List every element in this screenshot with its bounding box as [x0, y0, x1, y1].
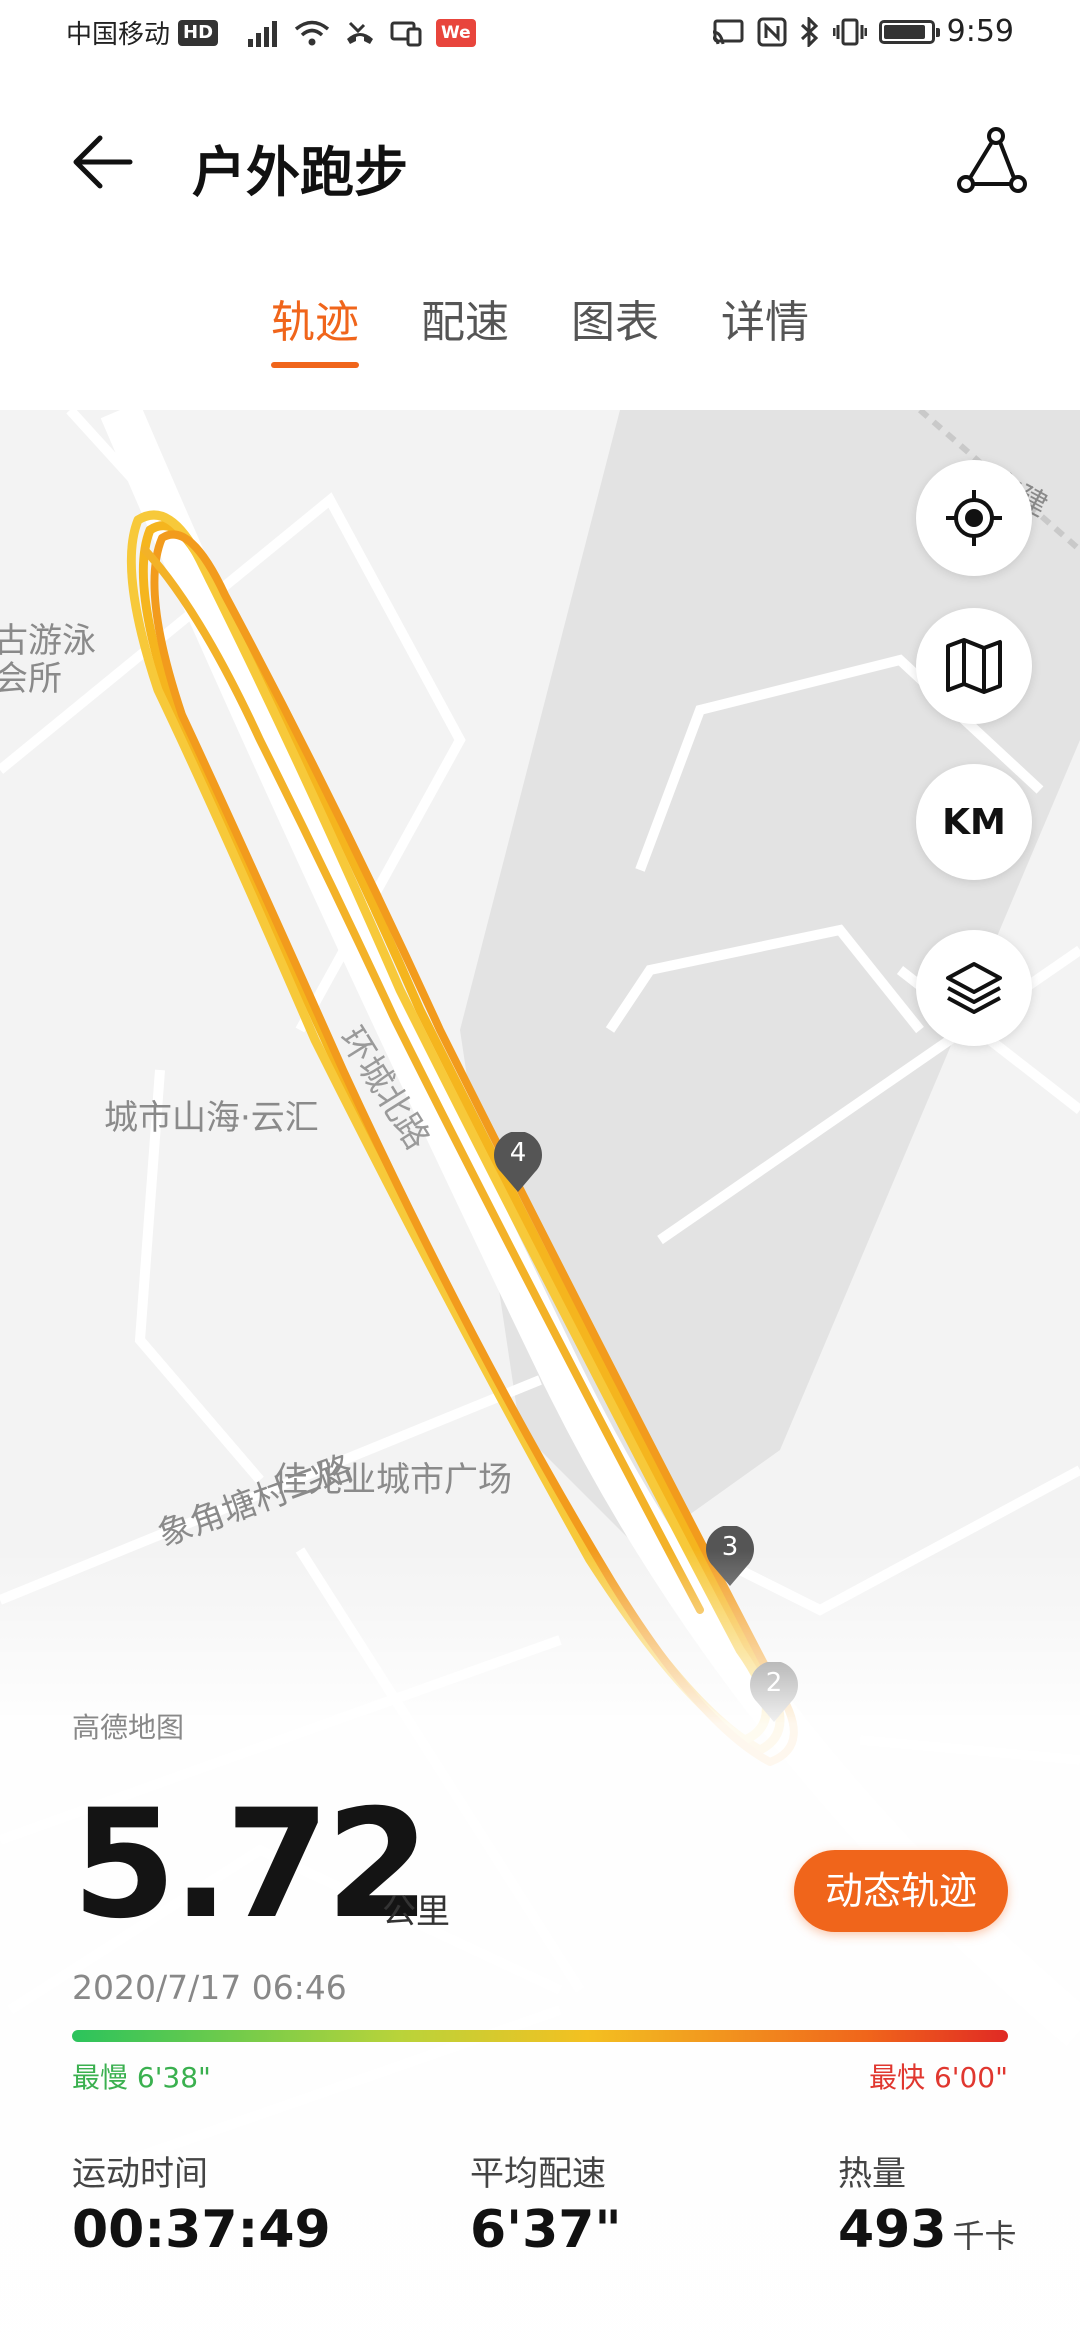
stat-value-calories-text: 493: [838, 2200, 947, 2260]
stat-value-calories: 493 千卡: [838, 2200, 1017, 2260]
stat-value-duration-text: 00:37:49: [72, 2200, 331, 2260]
stat-label-avg-pace: 平均配速: [470, 2154, 606, 2194]
back-button[interactable]: [66, 122, 146, 202]
bluetooth-icon: [800, 16, 818, 47]
distance-unit: 公里: [382, 1892, 450, 1932]
tab-details[interactable]: 详情: [717, 290, 813, 380]
status-bar: 中国移动 HD We 9:59: [0, 0, 1080, 76]
distance-value: 5.72: [72, 1778, 430, 1952]
page-title: 户外跑步: [192, 141, 408, 204]
stat-label-duration: 运动时间: [72, 2154, 208, 2194]
app-header: 户外跑步: [0, 80, 1080, 240]
layers-button[interactable]: [916, 930, 1032, 1046]
tab-chart[interactable]: 图表: [567, 290, 663, 380]
pace-fastest-label: 最快 6'00": [869, 2061, 1008, 2094]
hd-badge: HD: [178, 19, 219, 46]
tab-pace[interactable]: 配速: [417, 290, 513, 380]
locate-button[interactable]: [916, 460, 1032, 576]
back-arrow-icon: [73, 135, 133, 189]
stat-unit-calories: 千卡: [952, 2217, 1017, 2255]
map-view[interactable]: 古游泳 会所 环城北路 城市山海·云汇 象角塘村二路 佳兆业城市广场 东建 4 …: [0, 410, 1080, 2340]
layers-icon: [946, 962, 1002, 1014]
stat-value-duration: 00:37:49: [72, 2200, 331, 2260]
km-marker-number: 4: [509, 1138, 527, 1168]
status-icons: We: [246, 18, 476, 47]
km-toggle-label: KM: [942, 801, 1006, 843]
wechat-badge: We: [436, 18, 476, 47]
stat-value-avg-pace-text: 6'37": [470, 2200, 622, 2260]
pace-slowest-label: 最慢 6'38": [72, 2061, 211, 2094]
wifi-icon: [294, 20, 330, 45]
map-label-city-shanhai: 城市山海·云汇: [104, 1098, 319, 1138]
workout-datetime: 2020/7/17 06:46: [72, 1968, 347, 2007]
battery-level-fill: [883, 24, 926, 39]
map-icon: [946, 638, 1002, 694]
route-share-button[interactable]: [952, 122, 1032, 202]
cast-icon: [712, 19, 744, 44]
stat-value-avg-pace: 6'37": [470, 2200, 622, 2260]
route-icon: [957, 127, 1027, 193]
locate-icon: [946, 490, 1002, 546]
nfc-icon: [757, 17, 787, 46]
screen-cast-icon: [390, 21, 422, 46]
status-bar-right: 9:59: [711, 14, 1014, 49]
tab-bar: 轨迹 配速 图表 详情: [0, 290, 1080, 380]
map-label-jiazhaoye-plaza: 佳兆业城市广场: [274, 1460, 512, 1500]
stat-label-calories: 热量: [838, 2154, 906, 2194]
vibrate-icon: [832, 18, 867, 45]
tab-track[interactable]: 轨迹: [267, 290, 363, 380]
km-toggle-button[interactable]: KM: [916, 764, 1032, 880]
pace-gradient-bar: [72, 2030, 1008, 2042]
status-bar-left: 中国移动 HD We: [66, 14, 476, 51]
map-label-swim-club-line-1: 古游泳: [0, 621, 96, 661]
map-label-swim-club: 古游泳 会所: [0, 622, 96, 698]
dynamic-track-button[interactable]: 动态轨迹: [794, 1850, 1008, 1932]
map-type-button[interactable]: [916, 608, 1032, 724]
km-marker-4[interactable]: 4: [491, 1131, 545, 1194]
battery-icon: [878, 19, 940, 44]
map-label-swim-club-line-2: 会所: [0, 659, 62, 699]
carrier-label: 中国移动: [66, 20, 171, 50]
map-provider-label: 高德地图: [72, 1711, 185, 1744]
clock: 9:59: [946, 14, 1014, 49]
missed-call-icon: [347, 21, 374, 44]
signal-icon: [248, 20, 278, 47]
